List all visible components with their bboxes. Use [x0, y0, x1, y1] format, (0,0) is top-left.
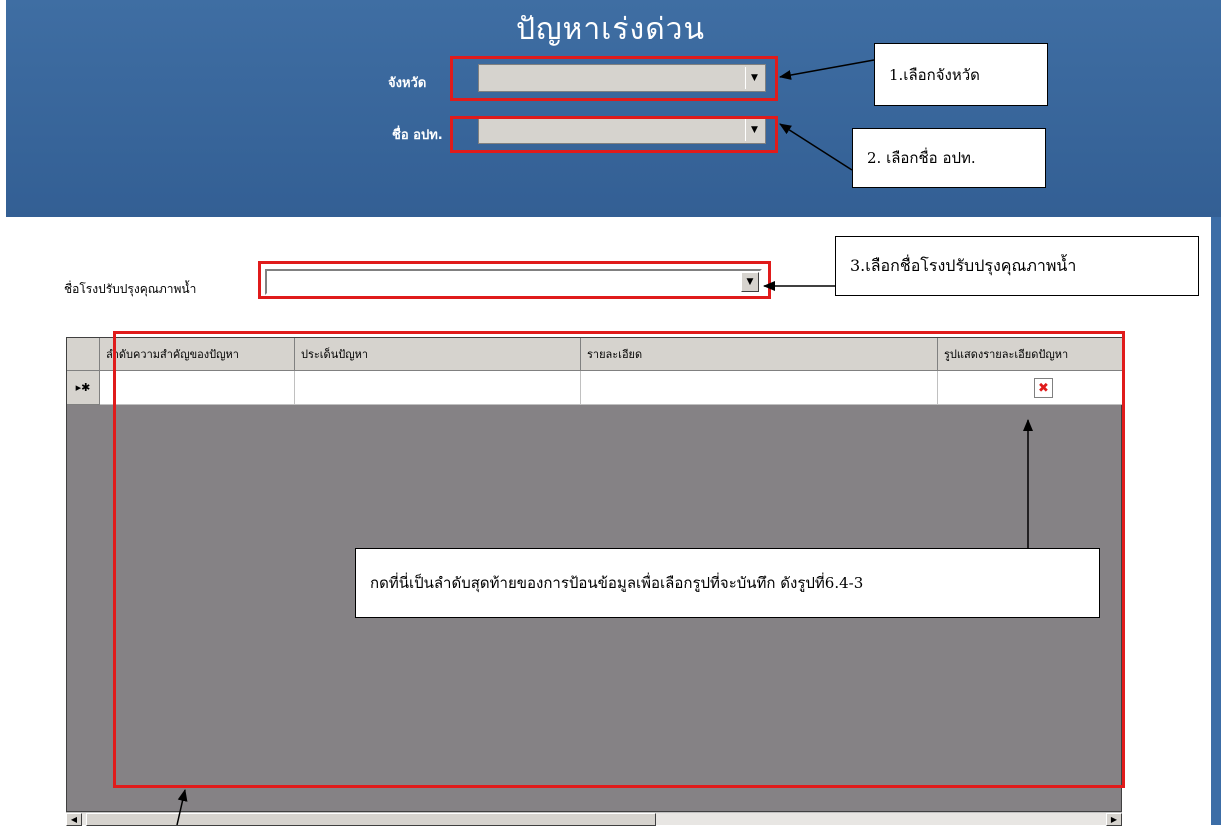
- plant-label: ชื่อโรงปรับปรุงคุณภาพน้ำ: [64, 282, 197, 296]
- province-label: จังหวัด: [388, 76, 427, 91]
- horizontal-scrollbar[interactable]: ◀ ▶: [66, 812, 1122, 826]
- lao-label: ชื่อ อปท.: [392, 128, 443, 143]
- callout-step3: 3.เลือกชื่อโรงปรับปรุงคุณภาพน้ำ: [835, 236, 1199, 296]
- scroll-right-icon[interactable]: ▶: [1106, 813, 1122, 826]
- callout-step4: กดที่นี่เป็นลำดับสุดท้ายของการป้อนข้อมูล…: [355, 548, 1100, 618]
- new-record-selector[interactable]: ▸✱: [67, 371, 100, 405]
- callout-step2: 2. เลือกชื่อ อปท.: [852, 128, 1046, 188]
- scroll-left-icon[interactable]: ◀: [66, 813, 82, 826]
- plant-highlight: [258, 261, 771, 299]
- window-edge: [1211, 217, 1221, 825]
- grid-corner[interactable]: [67, 338, 100, 371]
- callout-step1: 1.เลือกจังหวัด: [874, 43, 1048, 106]
- province-highlight: [450, 56, 778, 101]
- scrollbar-thumb[interactable]: [86, 813, 656, 826]
- lao-highlight: [450, 116, 778, 153]
